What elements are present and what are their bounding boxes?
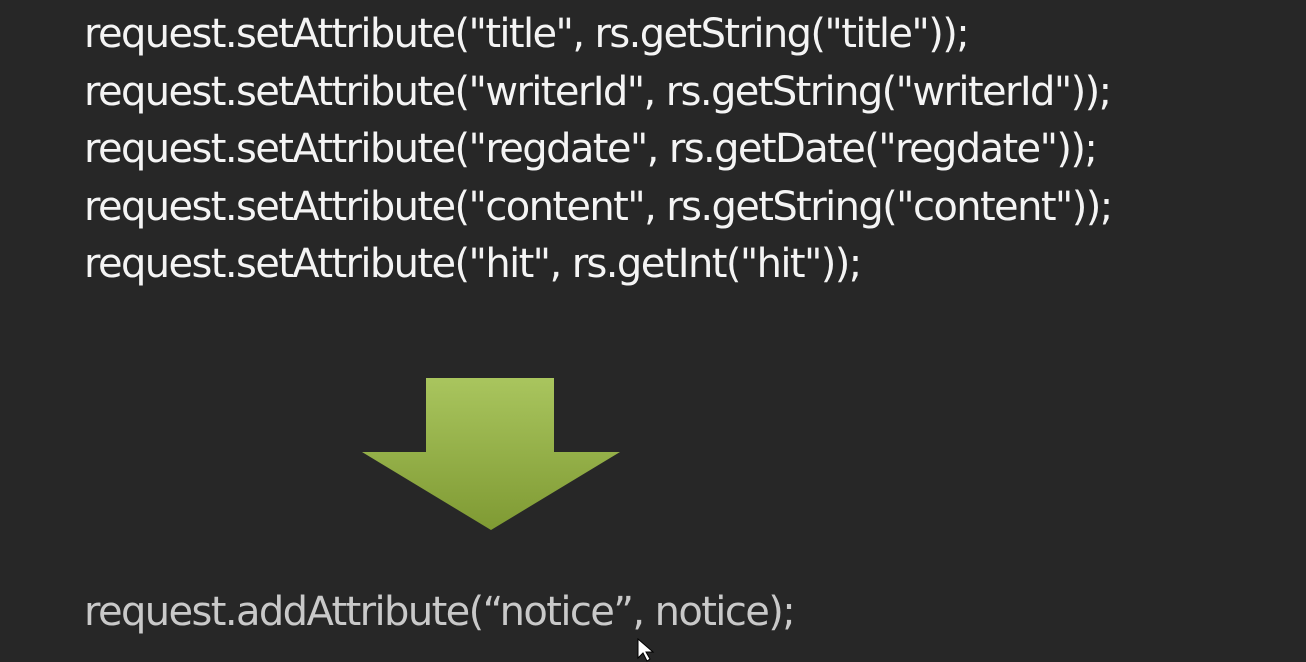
result-code-line: request.addAttribute(“notice”, notice); — [84, 589, 796, 635]
code-line-content: request.setAttribute("content", rs.getSt… — [84, 183, 1113, 230]
slide: request.setAttribute("title", rs.getStri… — [0, 0, 1306, 662]
code-line-title: request.setAttribute("title", rs.getStri… — [84, 11, 970, 57]
code-line-regdate: request.setAttribute("regdate", rs.getDa… — [84, 126, 1098, 172]
code-line-hit: request.setAttribute("hit", rs.getInt("h… — [84, 241, 862, 287]
code-block: request.setAttribute("title", rs.getStri… — [84, 6, 1113, 294]
arrow-down-icon — [362, 378, 620, 530]
code-line-writer-id: request.setAttribute("writerId", rs.getS… — [84, 68, 1112, 115]
mouse-pointer-icon — [637, 638, 655, 662]
